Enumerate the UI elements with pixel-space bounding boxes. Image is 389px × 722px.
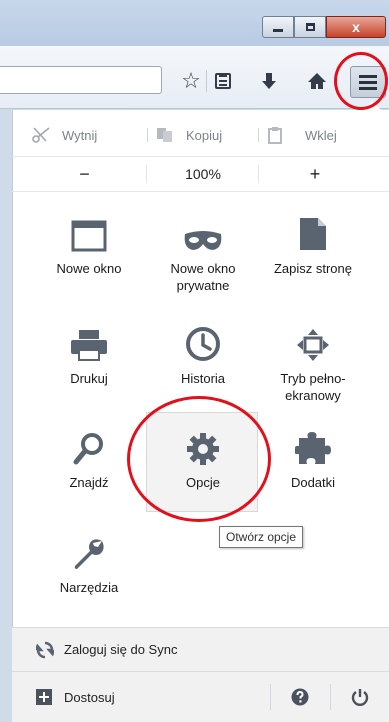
- find-label: Znajdź: [69, 475, 109, 490]
- footer-separator: [330, 684, 331, 710]
- wrench-icon: [74, 539, 104, 569]
- window-icon: [71, 220, 107, 252]
- addons-label: Dodatki: [290, 475, 336, 490]
- save-page-icon: [300, 218, 326, 250]
- zoom-separator: [258, 165, 259, 183]
- home-icon: [308, 73, 326, 89]
- find-button[interactable]: Znajdź: [34, 422, 144, 491]
- minimize-button[interactable]: [262, 16, 294, 38]
- print-label: Drukuj: [70, 371, 108, 386]
- options-tooltip: Otwórz opcje: [219, 526, 304, 548]
- private-window-button[interactable]: Nowe okno prywatne: [148, 208, 258, 294]
- clipboard-icon: [268, 127, 282, 144]
- developer-tools-button[interactable]: Narzędzia: [34, 527, 144, 596]
- edit-separator: [258, 128, 259, 142]
- copy-button[interactable]: Kopiuj: [156, 118, 222, 152]
- copy-label: Kopiuj: [186, 127, 223, 143]
- fullscreen-icon: [297, 329, 329, 361]
- sync-icon: [36, 641, 54, 658]
- addons-button[interactable]: Dodatki: [258, 422, 368, 491]
- options-button[interactable]: Opcje: [148, 422, 258, 491]
- fullscreen-label-line1: Tryb pełno-: [280, 371, 346, 386]
- new-window-label: Nowe okno: [56, 261, 122, 276]
- private-window-label-line2: prywatne: [176, 278, 230, 293]
- edit-separator: [147, 128, 148, 142]
- downloads-icon: [262, 73, 276, 89]
- power-icon: [351, 689, 369, 706]
- customize-label: Dostosuj: [64, 689, 115, 705]
- zoom-in-button[interactable]: +: [260, 157, 370, 191]
- navigation-toolbar: ☆: [0, 46, 389, 109]
- hamburger-menu-icon: [359, 75, 377, 90]
- home-button[interactable]: [302, 66, 332, 96]
- bookmarks-list-button[interactable]: [208, 66, 238, 96]
- scissors-icon: [32, 127, 50, 143]
- star-icon: ☆: [181, 68, 201, 93]
- close-button[interactable]: x: [326, 16, 386, 38]
- history-button[interactable]: Historia: [148, 318, 258, 387]
- save-page-button[interactable]: Zapisz stronę: [258, 208, 368, 277]
- quit-button[interactable]: [334, 672, 386, 722]
- edit-controls: Wytnij Kopiuj Wklej: [12, 118, 389, 152]
- clock-icon: [186, 327, 220, 361]
- footer-separator: [270, 684, 271, 710]
- url-bar[interactable]: [0, 66, 162, 94]
- options-label: Opcje: [186, 475, 220, 490]
- sync-signin-button[interactable]: Zaloguj się do Sync: [12, 627, 389, 671]
- zoom-controls: − 100% +: [12, 156, 389, 192]
- help-button[interactable]: [274, 672, 326, 722]
- toolbar-separator: [206, 70, 207, 92]
- close-icon: x: [352, 19, 360, 35]
- fullscreen-button[interactable]: Tryb pełno- ekranowy: [258, 318, 368, 404]
- magnifier-icon: [73, 433, 103, 465]
- paste-label: Wklej: [305, 127, 337, 143]
- private-window-label-line1: Nowe okno: [170, 261, 236, 276]
- customize-button[interactable]: Dostosuj: [12, 672, 270, 722]
- gear-icon: [187, 433, 219, 465]
- save-page-label: Zapisz stronę: [273, 261, 353, 276]
- maximize-icon: [305, 23, 315, 31]
- panel-arrow: [363, 101, 381, 110]
- cut-button[interactable]: Wytnij: [32, 118, 97, 152]
- private-mask-icon: [184, 231, 222, 250]
- zoom-separator: [146, 165, 147, 183]
- fullscreen-label-line2: ekranowy: [285, 388, 341, 403]
- downloads-button[interactable]: [254, 66, 284, 96]
- puzzle-piece-icon: [295, 432, 331, 464]
- menu-footer: Dostosuj: [12, 671, 389, 722]
- zoom-reset-button[interactable]: 100%: [148, 157, 258, 191]
- print-button[interactable]: Drukuj: [34, 318, 144, 387]
- history-label: Historia: [180, 371, 226, 386]
- sync-label: Zaloguj się do Sync: [64, 642, 178, 657]
- open-menu-button[interactable]: [350, 66, 386, 98]
- customize-plus-icon: [36, 689, 52, 705]
- new-window-button[interactable]: Nowe okno: [34, 208, 144, 277]
- help-icon: [291, 688, 309, 706]
- maximize-button[interactable]: [294, 16, 326, 38]
- cut-label: Wytnij: [62, 127, 98, 143]
- paste-button[interactable]: Wklej: [267, 118, 337, 152]
- zoom-out-button[interactable]: −: [12, 157, 157, 191]
- printer-icon: [71, 330, 107, 361]
- bookmark-star-button[interactable]: ☆: [176, 66, 206, 96]
- copy-icon: [157, 128, 172, 142]
- minimize-icon: [273, 28, 283, 32]
- bookmarks-list-icon: [215, 73, 231, 89]
- window-titlebar: x: [0, 0, 389, 46]
- developer-tools-label: Narzędzia: [59, 580, 119, 595]
